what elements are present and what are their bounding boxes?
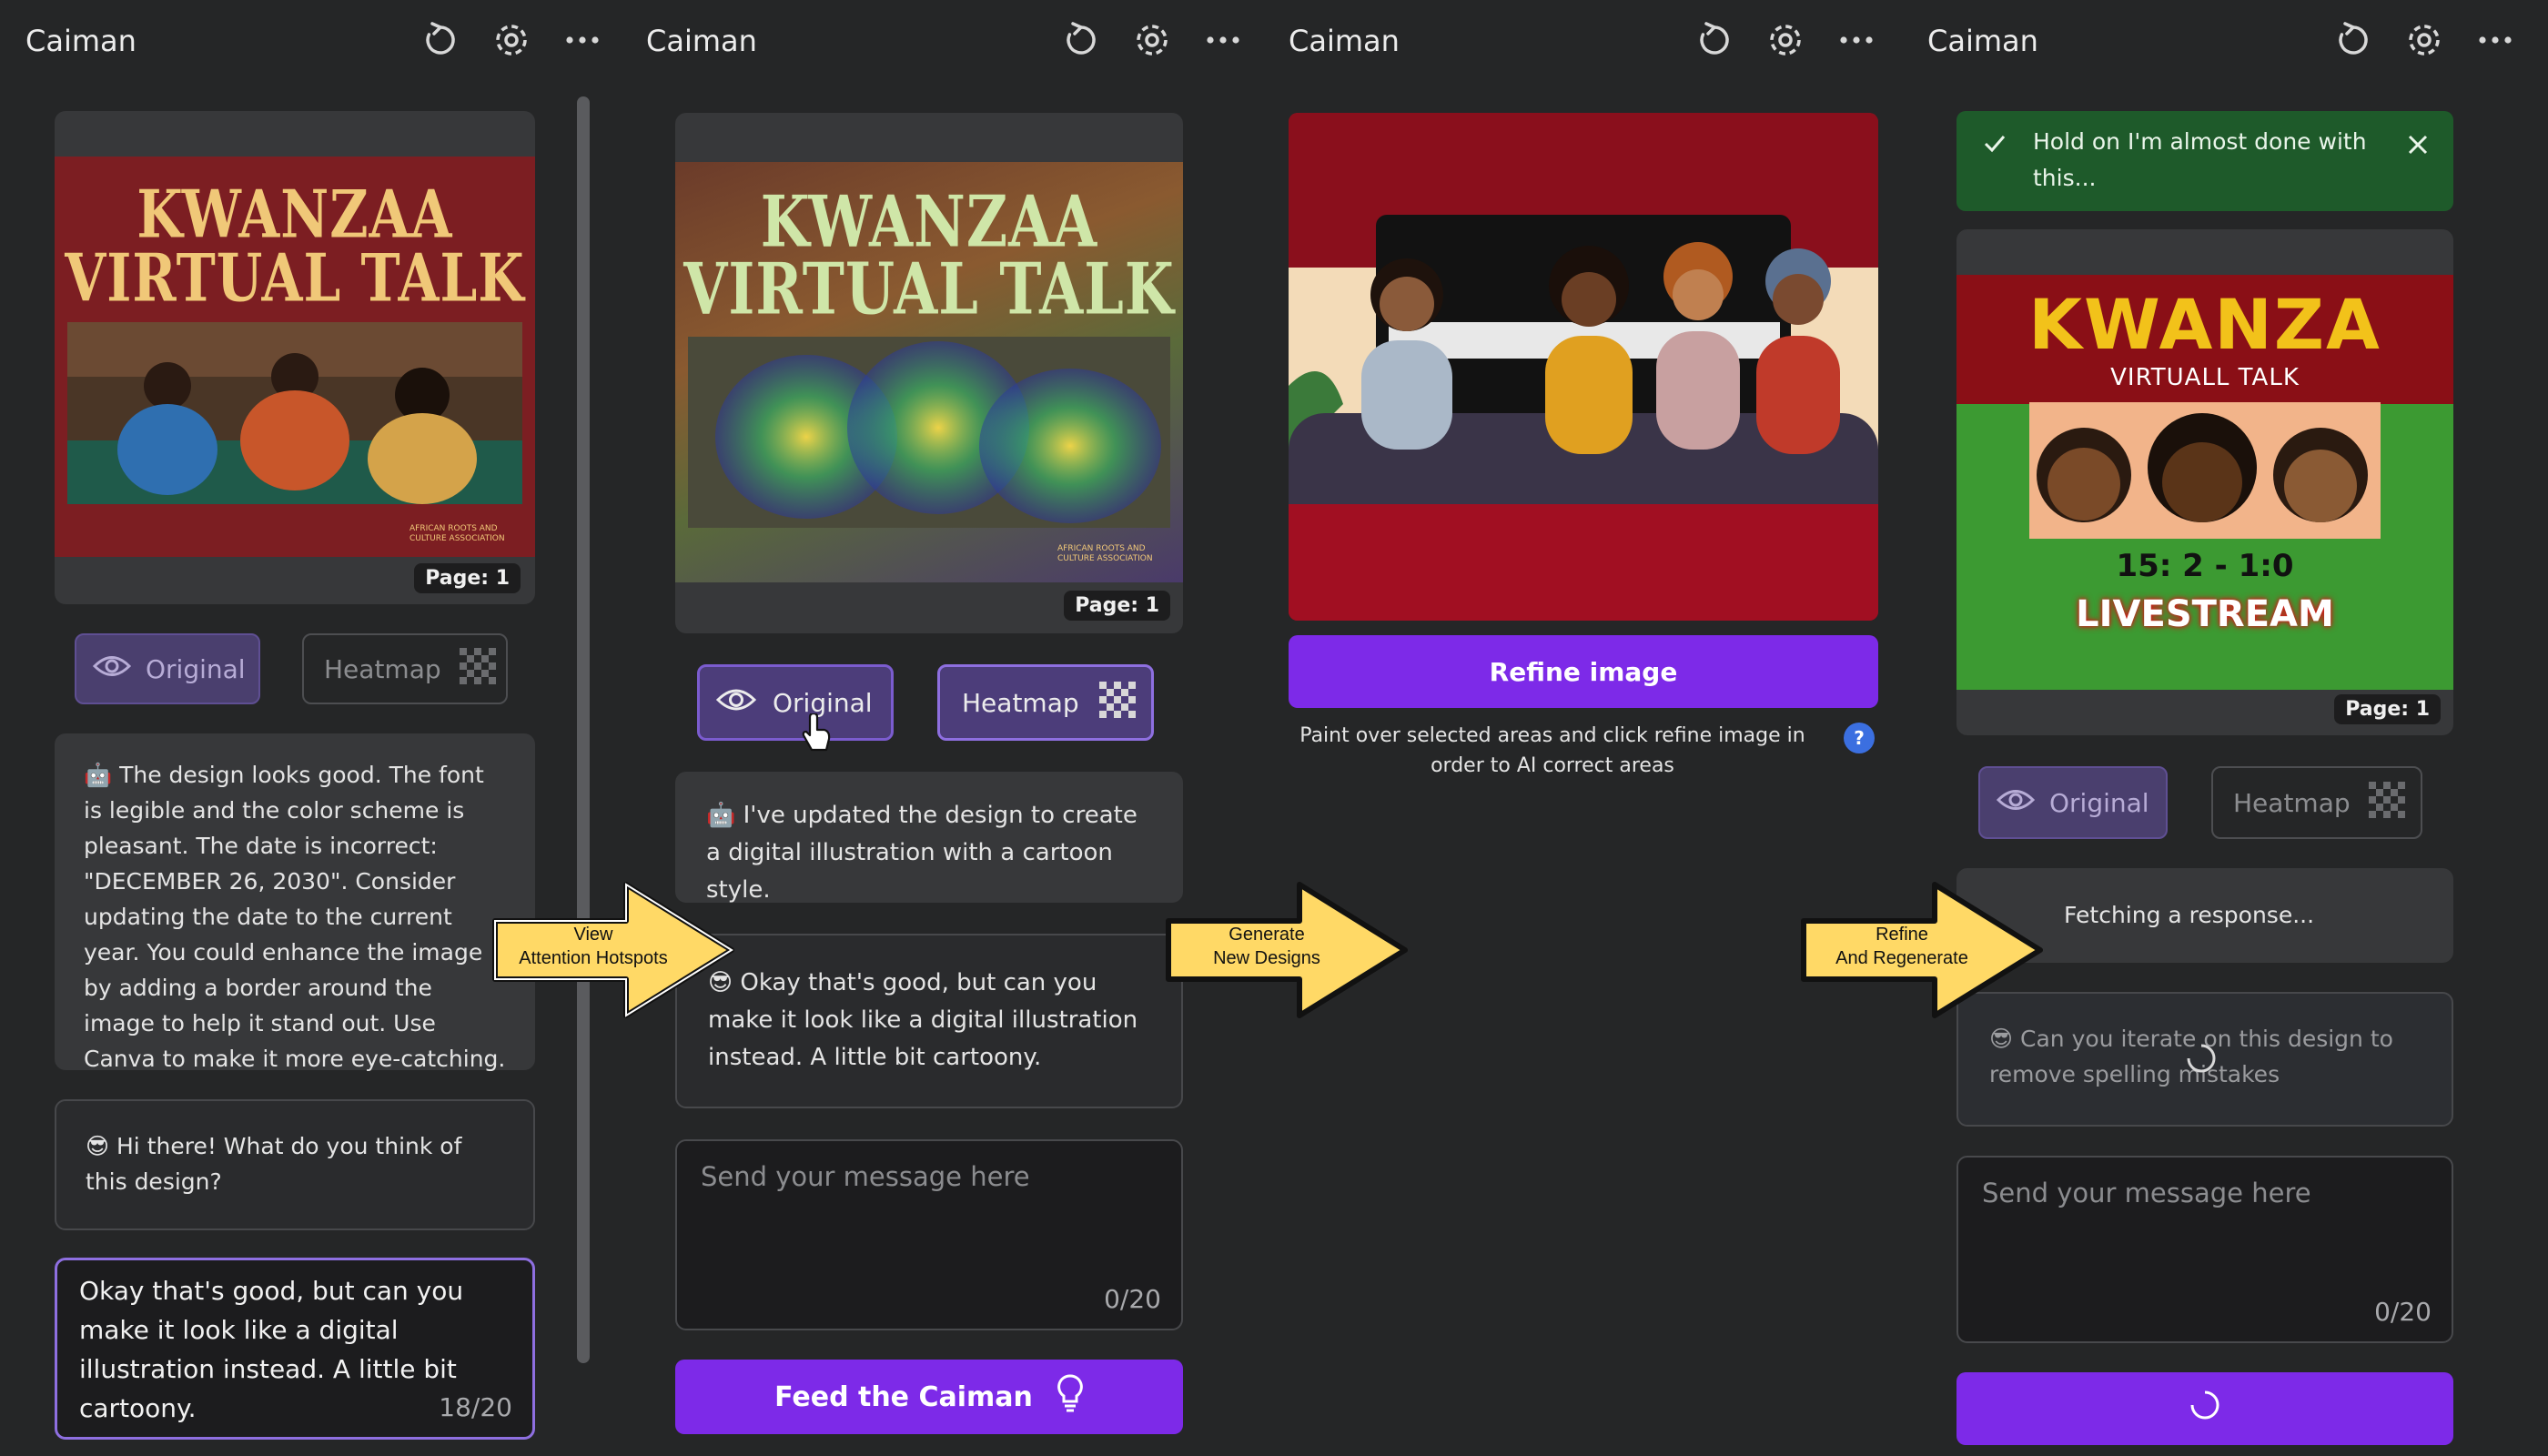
gear-icon[interactable]	[1132, 20, 1172, 60]
cartoon-poster-subtitle: VIRTUALL TALK	[2110, 364, 2300, 391]
cartoon-poster-title: KWANZA	[2028, 284, 2381, 365]
arrow-generate-new-designs: Generate New Designs	[1163, 877, 1414, 1023]
check-icon	[1982, 131, 2007, 167]
original-toggle-button[interactable]: Original	[697, 664, 894, 741]
poster-org-logo: AFRICAN ROOTS AND CULTURE ASSOCIATION	[1057, 544, 1153, 563]
poster-title-line1: KWANZAA	[136, 176, 453, 253]
app-header: Caiman	[619, 0, 1261, 82]
refresh-icon[interactable]	[1061, 20, 1101, 60]
eye-icon	[1996, 786, 2036, 820]
poster-org-logo: AFRICAN ROOTS AND CULTURE ASSOCIATION	[410, 524, 505, 543]
original-toggle-button[interactable]: Original	[75, 633, 260, 704]
eye-icon	[715, 685, 757, 721]
panel-chat-heatmap: Caiman KWANZAA VIRTUAL TALK AFRICAN ROOT…	[619, 0, 1261, 1456]
arrow-refine-and-regenerate: Refine And Regenerate	[1798, 877, 2049, 1023]
app-header: Caiman	[0, 0, 612, 82]
app-title: Caiman	[1289, 24, 1400, 58]
page-badge: Page: 1	[1064, 591, 1170, 621]
help-icon[interactable]: ?	[1844, 723, 1875, 753]
design-heatmap-image[interactable]: KWANZAA VIRTUAL TALK AFRICAN ROOTS AND C…	[675, 162, 1183, 582]
poster-photo	[67, 322, 522, 504]
loading-spinner-icon	[2189, 1389, 2221, 1429]
message-input-placeholder: Send your message here	[1982, 1178, 2311, 1208]
lightbulb-icon	[1057, 1374, 1084, 1420]
ai-feedback-message: 🤖 The design looks good. The font is leg…	[55, 733, 535, 1072]
close-icon[interactable]	[2406, 131, 2430, 167]
more-icon[interactable]	[2475, 20, 2515, 60]
cartoon-poster-livestream: LIVESTREAM	[2076, 593, 2334, 635]
design-preview-card: KWANZAA VIRTUAL TALK AFRICAN ROOTS AND C…	[675, 113, 1183, 633]
checker-icon	[459, 647, 496, 691]
ai-update-message: 🤖 I've updated the design to create a di…	[675, 772, 1183, 904]
arrow-view-attention-hotspots: View Attention Hotspots	[490, 877, 741, 1023]
more-icon[interactable]	[1203, 20, 1243, 60]
refine-image-button[interactable]: Refine image	[1289, 635, 1878, 708]
app-title: Caiman	[25, 24, 136, 58]
loading-spinner-icon	[2186, 1043, 2217, 1084]
char-counter: 0/20	[2374, 1297, 2432, 1327]
app-title: Caiman	[646, 24, 757, 58]
feed-the-caiman-button[interactable]: Feed the Caiman	[675, 1360, 1183, 1434]
user-message: 😎 Okay that's good, but can you make it …	[675, 934, 1183, 1108]
regenerated-design-image[interactable]: KWANZA VIRTUALL TALK 15: 2 - 1:0 LIVESTR…	[1956, 275, 2453, 690]
heatmap-toggle-button[interactable]: Heatmap	[302, 633, 508, 704]
refresh-icon[interactable]	[420, 20, 460, 60]
design-preview-card: KWANZA VIRTUALL TALK 15: 2 - 1:0 LIVESTR…	[1956, 229, 2453, 735]
panel-regenerating: Caiman Hold on I'm almost done with this…	[1900, 0, 2548, 1456]
message-input-placeholder: Send your message here	[701, 1161, 1030, 1192]
progress-toast: Hold on I'm almost done with this...	[1956, 111, 2453, 211]
message-input[interactable]: Send your message here 0/20	[675, 1139, 1183, 1330]
poster-title-line2: VIRTUAL TALK	[683, 247, 1175, 330]
app-header: Caiman	[1900, 0, 2548, 82]
scrollbar[interactable]	[577, 96, 590, 1363]
eye-icon	[92, 652, 132, 686]
gear-icon[interactable]	[491, 20, 531, 60]
gear-icon[interactable]	[2404, 20, 2444, 60]
design-image[interactable]: KWANZAA VIRTUAL TALK AFRICAN ROOTS AND C…	[55, 157, 535, 557]
gear-icon[interactable]	[1765, 20, 1805, 60]
char-counter: 18/20	[439, 1392, 512, 1422]
user-message: 😎 Hi there! What do you think of this de…	[55, 1099, 535, 1230]
message-input[interactable]: Okay that's good, but can you make it lo…	[55, 1258, 535, 1440]
heatmap-toggle-button[interactable]: Heatmap	[937, 664, 1154, 741]
feed-the-caiman-button-loading[interactable]	[1956, 1372, 2453, 1445]
app-title: Caiman	[1927, 24, 2038, 58]
refine-canvas-image[interactable]	[1289, 113, 1878, 621]
poster-photo	[688, 337, 1170, 528]
heatmap-toggle-button[interactable]: Heatmap	[2211, 766, 2422, 839]
panel-refine: Caiman Refine image Paint over selected …	[1261, 0, 1900, 1456]
char-counter: 0/20	[1104, 1284, 1161, 1314]
design-preview-card: KWANZAA VIRTUAL TALK AFRICAN ROOTS AND C…	[55, 111, 535, 604]
original-toggle-button[interactable]: Original	[1978, 766, 2168, 839]
more-icon[interactable]	[562, 20, 602, 60]
checker-icon	[2368, 781, 2405, 824]
refresh-icon[interactable]	[2333, 20, 2373, 60]
refresh-icon[interactable]	[1694, 20, 1734, 60]
page-badge: Page: 1	[414, 563, 521, 593]
panel-chat-original: Caiman KWANZAA VIRTUAL TALK AFRICAN ROOT…	[0, 0, 612, 1456]
app-header: Caiman	[1261, 0, 1900, 82]
poster-title-line2: VIRTUAL TALK	[65, 239, 525, 317]
page-badge: Page: 1	[2334, 694, 2441, 724]
checker-icon	[1098, 681, 1136, 724]
message-input[interactable]: Send your message here 0/20	[1956, 1156, 2453, 1343]
toast-message: Hold on I'm almost done with this...	[2033, 128, 2367, 191]
refine-hint-text: Paint over selected areas and click refi…	[1299, 724, 1805, 777]
more-icon[interactable]	[1836, 20, 1876, 60]
cartoon-faces	[2029, 402, 2381, 539]
cartoon-poster-date: 15: 2 - 1:0	[2116, 548, 2294, 584]
hand-cursor-icon	[801, 712, 832, 757]
